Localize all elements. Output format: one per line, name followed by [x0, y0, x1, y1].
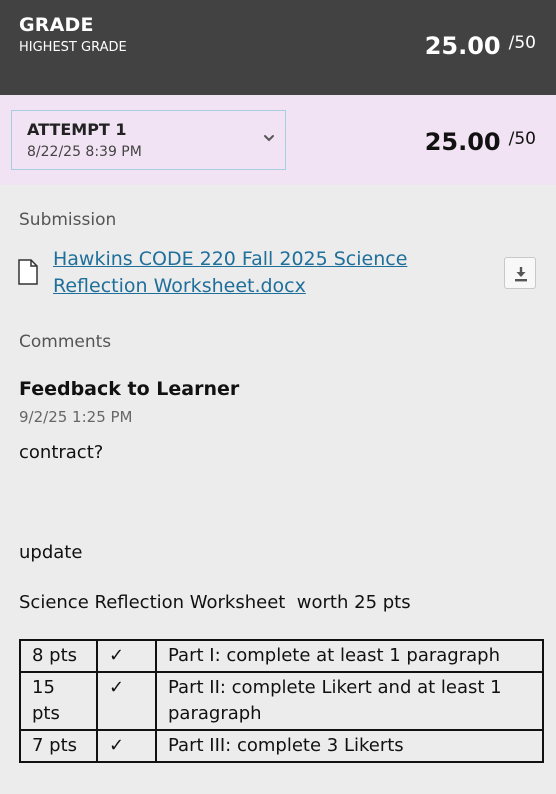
feedback-line-update: update — [19, 542, 83, 563]
download-icon — [515, 267, 527, 282]
attempt-bar: ATTEMPT 1 8/22/25 8:39 PM 25.00 /50 — [0, 95, 556, 185]
attempt-score: 25.00 /50 — [425, 128, 536, 156]
attempt-dropdown[interactable]: ATTEMPT 1 8/22/25 8:39 PM — [11, 110, 286, 170]
attempt-date: 8/22/25 8:39 PM — [27, 144, 142, 160]
attempt-label: ATTEMPT 1 — [27, 120, 127, 139]
checkmark-icon: ✓ — [96, 671, 157, 731]
document-icon — [18, 259, 38, 285]
feedback-line-worksheet: Science Reflection Worksheet worth 25 pt… — [19, 592, 411, 613]
chevron-down-icon — [264, 135, 274, 142]
checkmark-icon: ✓ — [96, 639, 157, 673]
rubric-table: 8 pts ✓ Part I: complete at least 1 para… — [19, 639, 544, 763]
grade-subtitle: HIGHEST GRADE — [19, 40, 127, 55]
table-row: 8 pts ✓ Part I: complete at least 1 para… — [19, 639, 544, 673]
attempt-score-value: 25.00 — [424, 128, 501, 156]
grade-score: 25.00 /50 — [425, 32, 536, 60]
feedback-date: 9/2/25 1:25 PM — [19, 408, 133, 426]
grade-score-max: /50 — [508, 33, 536, 53]
feedback-title: Feedback to Learner — [19, 378, 240, 400]
grade-header: GRADE HIGHEST GRADE 25.00 /50 — [0, 0, 556, 95]
submission-heading: Submission — [19, 210, 117, 230]
checkmark-icon: ✓ — [96, 729, 157, 763]
rubric-description: Part III: complete 3 Likerts — [155, 729, 544, 763]
rubric-points: 8 pts — [19, 639, 98, 673]
grade-score-value: 25.00 — [424, 32, 501, 60]
table-row: 15 pts ✓ Part II: complete Likert and at… — [19, 671, 544, 731]
comments-heading: Comments — [19, 332, 112, 352]
feedback-line-contract: contract? — [19, 442, 104, 463]
grade-title: GRADE — [19, 14, 94, 36]
download-button[interactable] — [504, 257, 536, 289]
attempt-score-max: /50 — [508, 129, 536, 149]
table-row: 7 pts ✓ Part III: complete 3 Likerts — [19, 729, 544, 763]
rubric-description: Part II: complete Likert and at least 1 … — [155, 671, 544, 731]
rubric-points: 7 pts — [19, 729, 98, 763]
submission-file-link[interactable]: Hawkins CODE 220 Fall 2025 Science Refle… — [53, 246, 493, 300]
rubric-description: Part I: complete at least 1 paragraph — [155, 639, 544, 673]
rubric-points: 15 pts — [19, 671, 98, 731]
